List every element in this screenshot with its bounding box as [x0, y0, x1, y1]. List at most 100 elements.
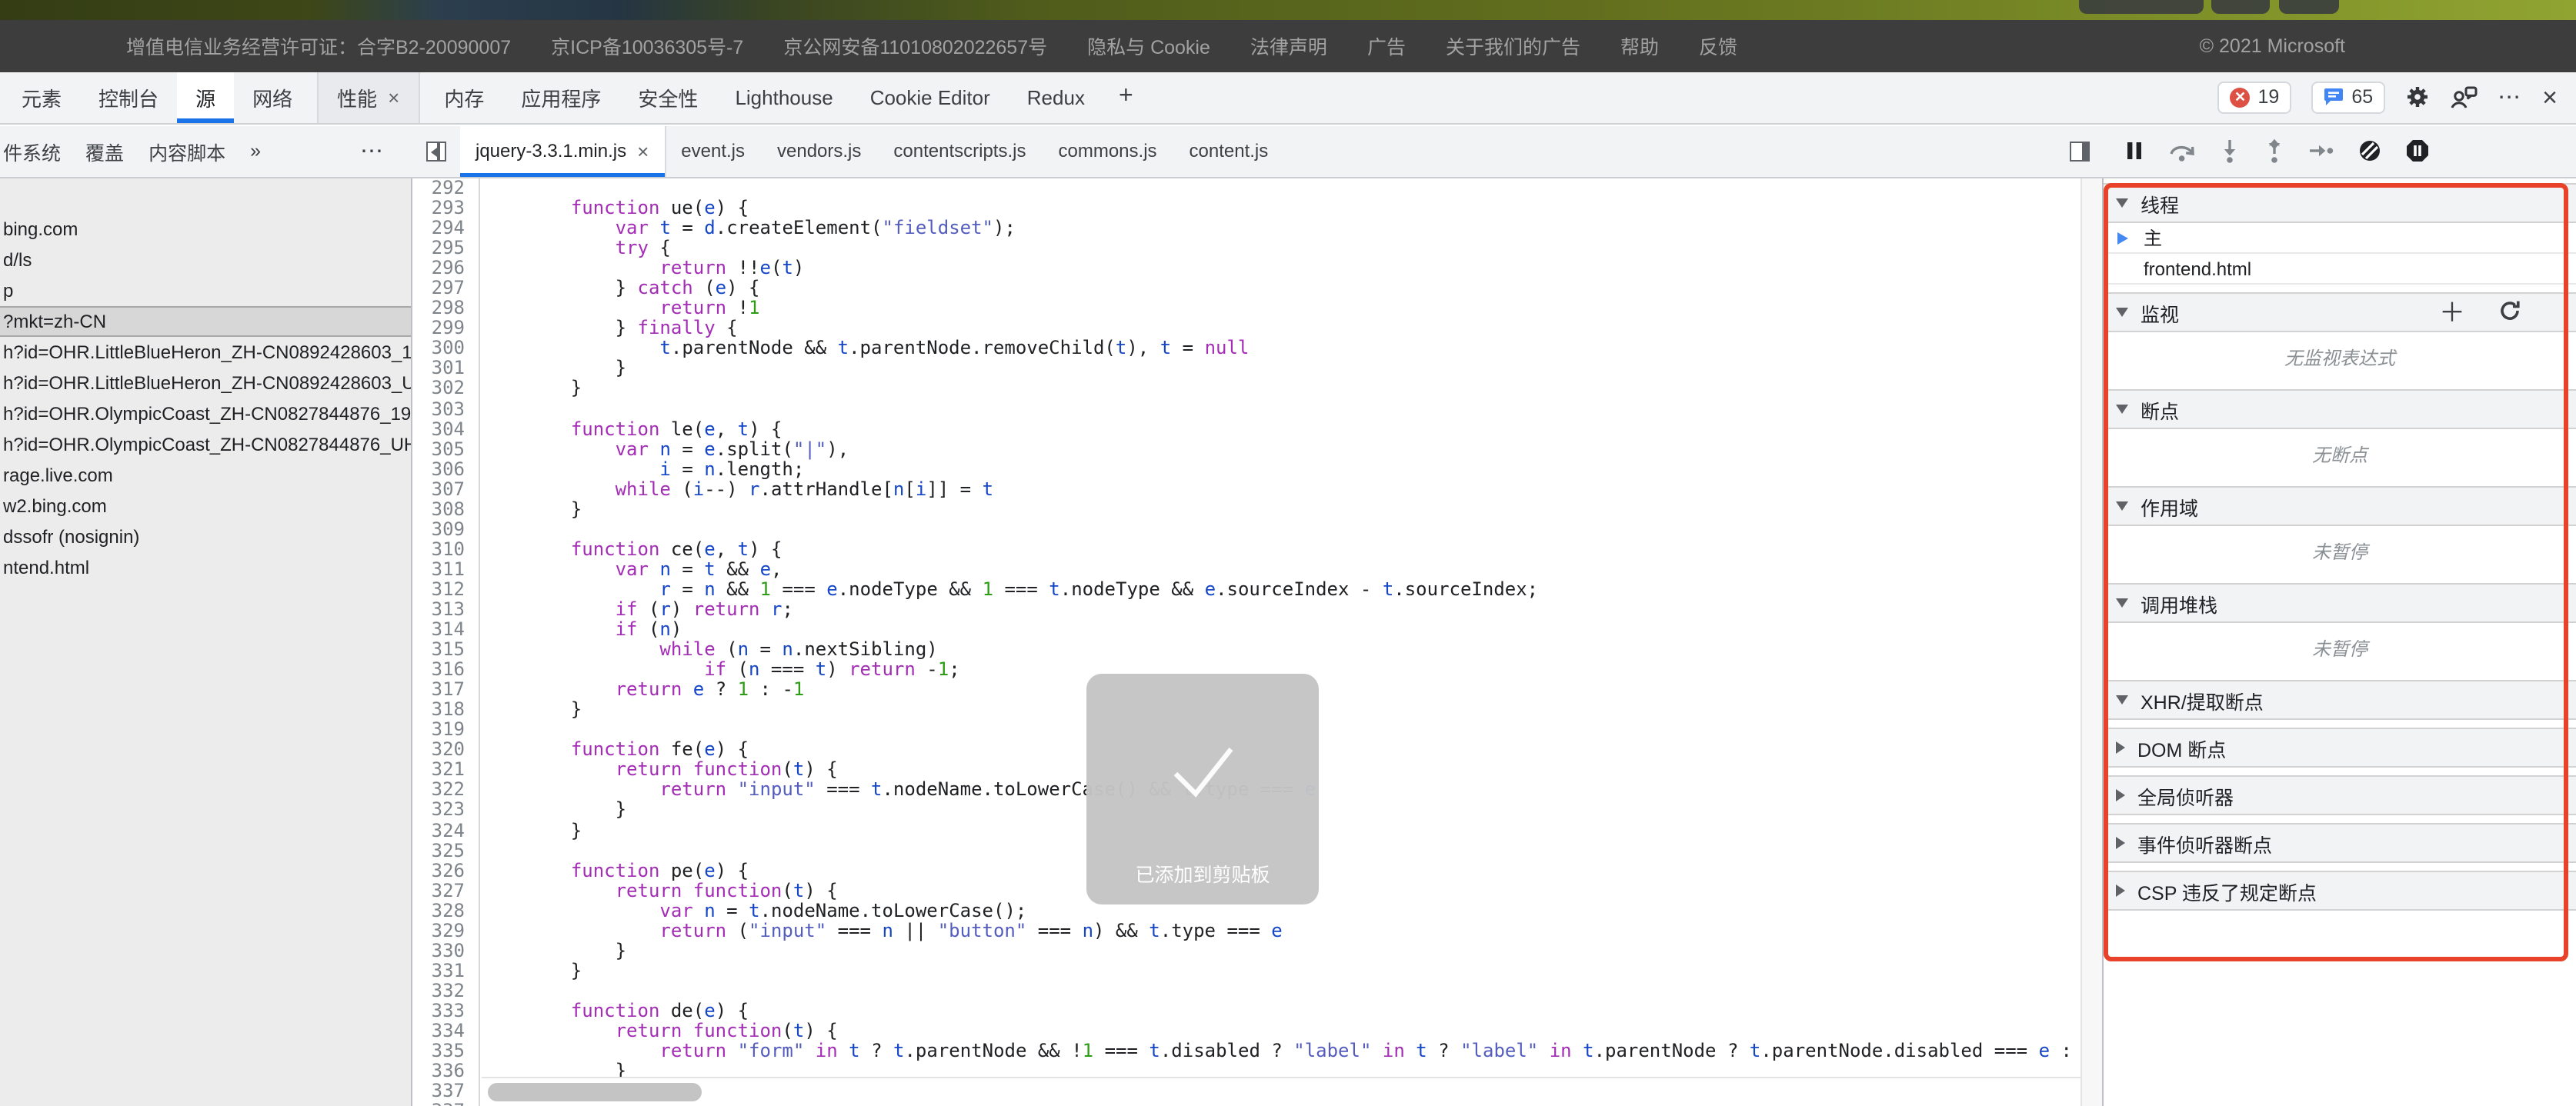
line-number[interactable]: 319	[414, 721, 465, 741]
line-number[interactable]: 297	[414, 278, 465, 298]
toggle-navigator-panel-icon[interactable]	[426, 141, 446, 161]
footer-link[interactable]: 增值电信业务经营许可证：合字B2-20090007	[126, 31, 511, 60]
file-tree-item[interactable]: p	[0, 275, 411, 305]
navigator-tab-件系统[interactable]: 件系统	[3, 136, 61, 165]
line-number[interactable]: 337	[414, 1101, 465, 1106]
footer-link[interactable]: 隐私与 Cookie	[1087, 31, 1210, 60]
footer-link[interactable]: 京公网安备11010802022657号	[783, 31, 1047, 60]
line-number[interactable]: 325	[414, 841, 465, 861]
section-header-监视[interactable]: 监视＋	[2104, 292, 2576, 332]
line-number[interactable]: 306	[414, 459, 465, 479]
step-icon[interactable]	[2308, 140, 2334, 162]
navigator-more-icon[interactable]: ⋯	[360, 125, 385, 176]
thread-item[interactable]: 主	[2104, 223, 2576, 254]
line-number[interactable]: 311	[414, 560, 465, 580]
footer-link[interactable]: 京ICP备10036305号-7	[551, 31, 743, 60]
main-tab-网络[interactable]: 网络	[234, 72, 311, 123]
file-tree-item[interactable]: bing.com	[0, 213, 411, 244]
footer-link[interactable]: 反馈	[1699, 31, 1737, 60]
line-number[interactable]: 334	[414, 1021, 465, 1041]
editor-tab-event.js[interactable]: event.js	[666, 125, 762, 176]
line-number[interactable]: 295	[414, 238, 465, 258]
main-tab-Redux[interactable]: Redux	[1009, 72, 1103, 123]
devtools-close-button[interactable]: ×	[2542, 85, 2558, 111]
editor-tab-vendors.js[interactable]: vendors.js	[762, 125, 878, 176]
line-number[interactable]: 299	[414, 319, 465, 339]
section-header-CSP 违反了规定断点[interactable]: CSP 违反了规定断点	[2104, 871, 2576, 911]
line-number[interactable]: 313	[414, 600, 465, 620]
line-number[interactable]: 329	[414, 921, 465, 941]
line-number[interactable]: 331	[414, 961, 465, 981]
main-tab-性能[interactable]: 性能×	[317, 72, 419, 123]
step-over-icon[interactable]	[2168, 139, 2196, 162]
file-tree-item[interactable]: d/ls	[0, 244, 411, 275]
footer-link[interactable]: 广告	[1367, 31, 1406, 60]
navigator-overflow-chevron[interactable]: »	[250, 140, 261, 162]
line-number[interactable]: 318	[414, 700, 465, 720]
footer-link[interactable]: 法律声明	[1250, 31, 1327, 60]
file-tree-item[interactable]: ?mkt=zh-CN	[0, 305, 411, 336]
section-header-断点[interactable]: 断点	[2104, 389, 2576, 429]
section-header-DOM 断点[interactable]: DOM 断点	[2104, 728, 2576, 768]
main-tab-Cookie Editor[interactable]: Cookie Editor	[852, 72, 1009, 123]
line-number[interactable]: 303	[414, 399, 465, 419]
line-number[interactable]: 337	[414, 1081, 465, 1101]
line-number[interactable]: 309	[414, 520, 465, 540]
close-tab-icon[interactable]: ×	[388, 86, 399, 109]
section-header-全局侦听器[interactable]: 全局侦听器	[2104, 775, 2576, 815]
file-tree-item[interactable]: h?id=OHR.OlympicCoast_ZH-CN0827844876_19	[0, 398, 411, 428]
line-number[interactable]: 328	[414, 901, 465, 921]
line-number[interactable]: 301	[414, 359, 465, 379]
file-tree-item[interactable]: h?id=OHR.LittleBlueHeron_ZH-CN0892428603…	[0, 367, 411, 398]
pause-on-exceptions-icon[interactable]	[2405, 138, 2430, 163]
line-number[interactable]: 305	[414, 439, 465, 459]
line-number[interactable]: 327	[414, 881, 465, 901]
line-number[interactable]: 323	[414, 801, 465, 821]
issues-badge[interactable]: 65	[2311, 82, 2385, 114]
line-number[interactable]: 292	[414, 178, 465, 198]
line-number[interactable]: 302	[414, 379, 465, 399]
horizontal-scrollbar[interactable]	[482, 1076, 2080, 1106]
navigator-tab-覆盖[interactable]: 覆盖	[85, 136, 124, 165]
line-number[interactable]: 317	[414, 680, 465, 700]
footer-link[interactable]: 帮助	[1620, 31, 1659, 60]
pause-icon[interactable]	[2124, 140, 2145, 162]
line-number[interactable]: 300	[414, 339, 465, 359]
line-number[interactable]: 314	[414, 620, 465, 640]
file-tree-item[interactable]: w2.bing.com	[0, 490, 411, 521]
line-number[interactable]: 322	[414, 781, 465, 801]
main-tab-控制台[interactable]: 控制台	[80, 72, 177, 123]
line-number[interactable]: 294	[414, 218, 465, 238]
close-tab-icon[interactable]: ×	[637, 139, 649, 162]
line-number-gutter[interactable]: 2922932942952962972982993003013023033043…	[414, 178, 480, 1106]
line-number[interactable]: 333	[414, 1001, 465, 1021]
editor-tab-commons.js[interactable]: commons.js	[1043, 125, 1174, 176]
section-header-事件侦听器断点[interactable]: 事件侦听器断点	[2104, 823, 2576, 863]
file-tree-item[interactable]: h?id=OHR.LittleBlueHeron_ZH-CN0892428603…	[0, 336, 411, 367]
line-number[interactable]: 312	[414, 580, 465, 600]
main-tab-应用程序[interactable]: 应用程序	[502, 72, 619, 123]
editor-tab-jquery-3.3.1.min.js[interactable]: jquery-3.3.1.min.js×	[460, 125, 666, 176]
line-number[interactable]: 335	[414, 1041, 465, 1061]
deactivate-breakpoints-icon[interactable]	[2357, 138, 2382, 163]
step-out-icon[interactable]	[2264, 138, 2285, 163]
main-tab-Lighthouse[interactable]: Lighthouse	[716, 72, 851, 123]
line-number[interactable]: 298	[414, 299, 465, 319]
footer-link[interactable]: 关于我们的广告	[1446, 31, 1580, 60]
line-number[interactable]: 316	[414, 660, 465, 680]
refresh-icon[interactable]	[2499, 299, 2521, 325]
line-number[interactable]: 332	[414, 981, 465, 1001]
file-tree-item[interactable]: rage.live.com	[0, 459, 411, 490]
editor-tab-contentscripts.js[interactable]: contentscripts.js	[878, 125, 1043, 176]
line-number[interactable]: 326	[414, 861, 465, 881]
main-tab-安全性[interactable]: 安全性	[619, 72, 716, 123]
line-number[interactable]: 330	[414, 941, 465, 961]
file-tree-item[interactable]: h?id=OHR.OlympicCoast_ZH-CN0827844876_UH	[0, 428, 411, 459]
file-tree-item[interactable]: ntend.html	[0, 551, 411, 582]
line-number[interactable]: 307	[414, 479, 465, 499]
feedback-person-chat-icon[interactable]	[2450, 86, 2478, 109]
line-number[interactable]: 296	[414, 258, 465, 278]
add-panel-button[interactable]: +	[1103, 72, 1149, 123]
error-badge[interactable]: ✕ 19	[2218, 82, 2292, 114]
vertical-scrollbar[interactable]	[2080, 178, 2102, 1106]
